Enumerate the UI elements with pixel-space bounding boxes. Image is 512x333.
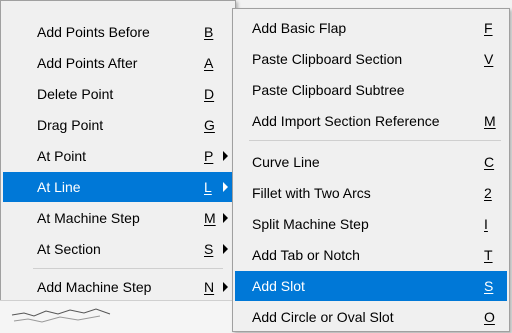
line-submenu: Add Basic Flap F Paste Clipboard Section… bbox=[232, 8, 510, 332]
menu-item-label: Paste Clipboard Subtree bbox=[252, 82, 405, 98]
menu-item-label: Delete Point bbox=[37, 86, 114, 102]
menu-separator bbox=[249, 140, 501, 141]
submenu-arrow-icon bbox=[223, 244, 228, 254]
menu-item-add-machine-step[interactable]: Add Machine Step N bbox=[3, 272, 233, 302]
submenu-arrow-icon bbox=[223, 151, 228, 161]
menu-item-fillet-with-two-arcs[interactable]: Fillet with Two Arcs 2 bbox=[235, 178, 507, 208]
shortcut-key: S bbox=[484, 278, 494, 294]
menu-item-label: Add Slot bbox=[252, 278, 305, 294]
shortcut-key: 2 bbox=[484, 185, 492, 201]
cut-off-item-graphic bbox=[11, 308, 111, 323]
shortcut-key: P bbox=[204, 148, 214, 164]
menu-item-drag-point[interactable]: Drag Point G bbox=[3, 110, 233, 140]
shortcut-key: M bbox=[204, 210, 216, 226]
shortcut-key: F bbox=[484, 20, 493, 36]
menu-item-add-circle-or-oval-slot[interactable]: Add Circle or Oval Slot O bbox=[235, 302, 507, 332]
menu-item-delete-point[interactable]: Delete Point D bbox=[3, 79, 233, 109]
menu-item-label: At Machine Step bbox=[37, 210, 140, 226]
shortcut-key: C bbox=[484, 154, 495, 170]
menu-item-label: Split Machine Step bbox=[252, 216, 369, 232]
shortcut-key: V bbox=[484, 51, 494, 67]
menu-item-add-slot[interactable]: Add Slot S bbox=[235, 271, 507, 301]
menu-item-at-section[interactable]: At Section S bbox=[3, 234, 233, 264]
shortcut-key: L bbox=[204, 179, 212, 195]
submenu-arrow-icon bbox=[223, 282, 228, 292]
shortcut-key: B bbox=[204, 24, 214, 40]
partially-hidden-menu-item bbox=[0, 300, 238, 333]
menu-item-label: At Line bbox=[37, 179, 81, 195]
menu-item-add-import-section-reference[interactable]: Add Import Section Reference M bbox=[235, 106, 507, 136]
submenu-arrow-icon bbox=[223, 213, 228, 223]
menu-item-label: Add Machine Step bbox=[37, 279, 152, 295]
menu-item-add-points-after[interactable]: Add Points After A bbox=[3, 48, 233, 78]
shortcut-key: G bbox=[204, 117, 215, 133]
shortcut-key: T bbox=[484, 247, 493, 263]
menu-item-at-machine-step[interactable]: At Machine Step M bbox=[3, 203, 233, 233]
menu-item-label: Add Tab or Notch bbox=[252, 247, 360, 263]
menu-item-label: Add Points Before bbox=[37, 24, 150, 40]
menu-item-label: Add Basic Flap bbox=[252, 20, 347, 36]
menu-item-label: At Point bbox=[37, 148, 87, 164]
shortcut-key: D bbox=[204, 86, 215, 102]
menu-item-label: Add Import Section Reference bbox=[252, 113, 440, 129]
menu-item-paste-clipboard-section[interactable]: Paste Clipboard Section V bbox=[235, 44, 507, 74]
menu-separator bbox=[33, 268, 223, 269]
menu-item-at-line[interactable]: At Line L bbox=[3, 172, 233, 202]
menu-item-label: Fillet with Two Arcs bbox=[252, 185, 371, 201]
menu-item-label: Add Points After bbox=[37, 55, 138, 71]
menu-item-label: Paste Clipboard Section bbox=[252, 51, 403, 67]
menu-item-curve-line[interactable]: Curve Line C bbox=[235, 147, 507, 177]
menu-item-add-tab-or-notch[interactable]: Add Tab or Notch T bbox=[235, 240, 507, 270]
menu-item-split-machine-step[interactable]: Split Machine Step I bbox=[235, 209, 507, 239]
shortcut-key: S bbox=[204, 241, 214, 257]
menu-item-add-points-before[interactable]: Add Points Before B bbox=[3, 17, 233, 47]
submenu-arrow-icon bbox=[223, 182, 228, 192]
menu-item-label: Curve Line bbox=[252, 154, 320, 170]
shortcut-key: I bbox=[484, 216, 488, 232]
menu-item-label: Drag Point bbox=[37, 117, 104, 133]
shortcut-key: M bbox=[484, 113, 496, 129]
context-menu: Add Points Before B Add Points After A D… bbox=[0, 0, 236, 304]
menu-item-add-basic-flap[interactable]: Add Basic Flap F bbox=[235, 13, 507, 43]
shortcut-key: N bbox=[204, 279, 215, 295]
menu-item-label: At Section bbox=[37, 241, 101, 257]
menu-item-label: Add Circle or Oval Slot bbox=[252, 309, 394, 325]
menu-item-at-point[interactable]: At Point P bbox=[3, 141, 233, 171]
shortcut-key: A bbox=[204, 55, 214, 71]
menu-item-paste-clipboard-subtree[interactable]: Paste Clipboard Subtree bbox=[235, 75, 507, 105]
shortcut-key: O bbox=[484, 309, 495, 325]
